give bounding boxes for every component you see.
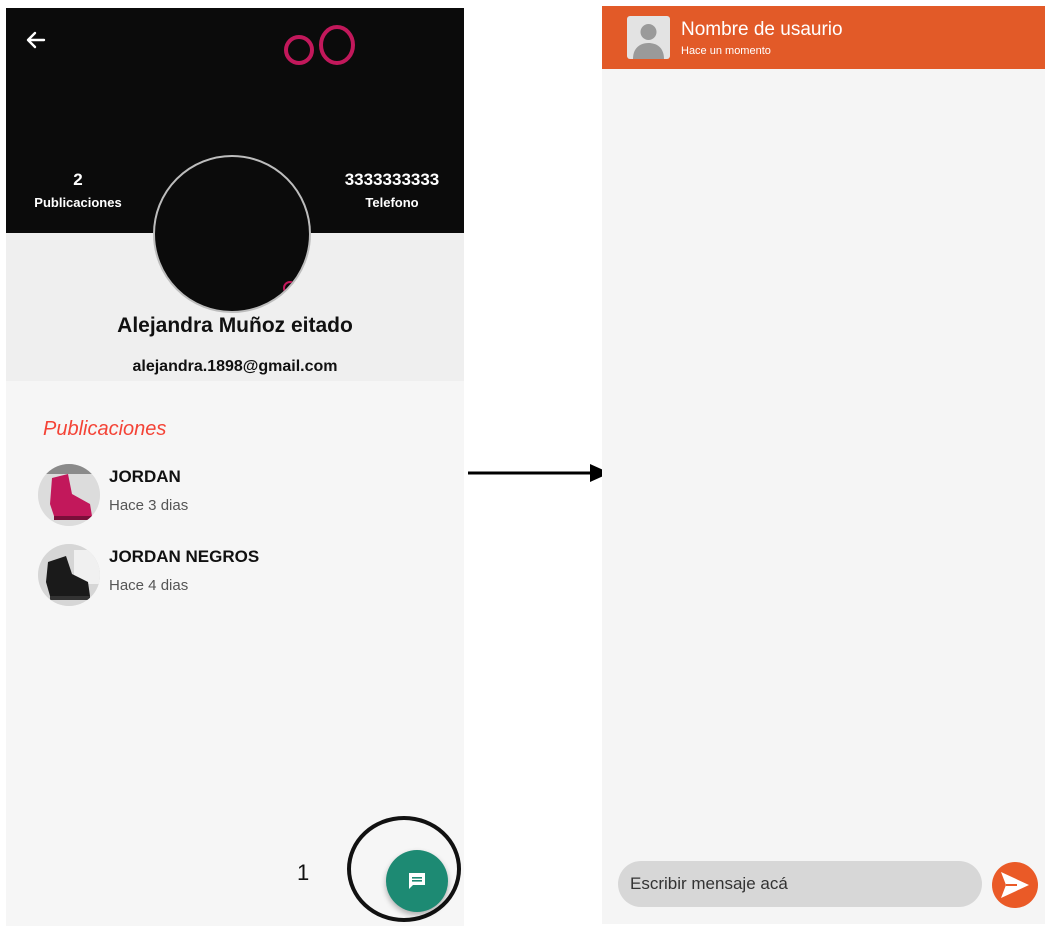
post-title: JORDAN NEGROS: [109, 547, 260, 566]
back-arrow-icon[interactable]: [24, 28, 48, 52]
avatar-logo-mark: [283, 281, 297, 295]
posts-count: 2: [73, 170, 83, 189]
profile-avatar: [153, 155, 311, 313]
post-thumbnail: [38, 464, 100, 526]
posts-section-title: Publicaciones: [43, 418, 167, 440]
profile-name: Alejandra Muñoz eitado: [117, 314, 353, 337]
annotation-number: 1: [297, 860, 310, 885]
chat-screen: Nombre de usaurio Hace un momento: [602, 6, 1045, 924]
message-input[interactable]: [618, 861, 982, 907]
post-thumbnail: [38, 544, 100, 606]
post-time: Hace 4 dias: [109, 577, 189, 594]
send-button[interactable]: [992, 862, 1038, 908]
profile-screen: 2 Publicaciones 3333333333 Telefono Alej…: [6, 8, 464, 926]
shoe-icon: [38, 464, 100, 526]
chat-header: Nombre de usaurio Hace un momento: [602, 6, 1045, 69]
phone-number: 3333333333: [344, 170, 440, 189]
phone-label: Telefono: [365, 195, 419, 210]
posts-stat: 2 Publicaciones: [18, 170, 138, 210]
post-item[interactable]: JORDAN NEGROS Hace 4 dias: [38, 544, 438, 610]
chat-status: Hace un momento: [681, 45, 771, 57]
posts-label: Publicaciones: [34, 195, 122, 210]
chat-fab-button[interactable]: [386, 850, 448, 912]
send-icon: [1001, 872, 1029, 898]
chat-username: Nombre de usaurio: [681, 19, 843, 40]
app-logo: [284, 25, 355, 65]
user-avatar-icon: [627, 16, 670, 59]
message-icon: [409, 873, 425, 889]
shoe-icon: [38, 544, 100, 606]
post-title: JORDAN: [109, 467, 181, 486]
profile-email: alejandra.1898@gmail.com: [132, 358, 338, 375]
post-time: Hace 3 dias: [109, 497, 189, 514]
flow-arrow-icon: [468, 464, 610, 482]
phone-stat: 3333333333 Telefono: [322, 170, 462, 210]
post-item[interactable]: JORDAN Hace 3 dias: [38, 464, 438, 530]
